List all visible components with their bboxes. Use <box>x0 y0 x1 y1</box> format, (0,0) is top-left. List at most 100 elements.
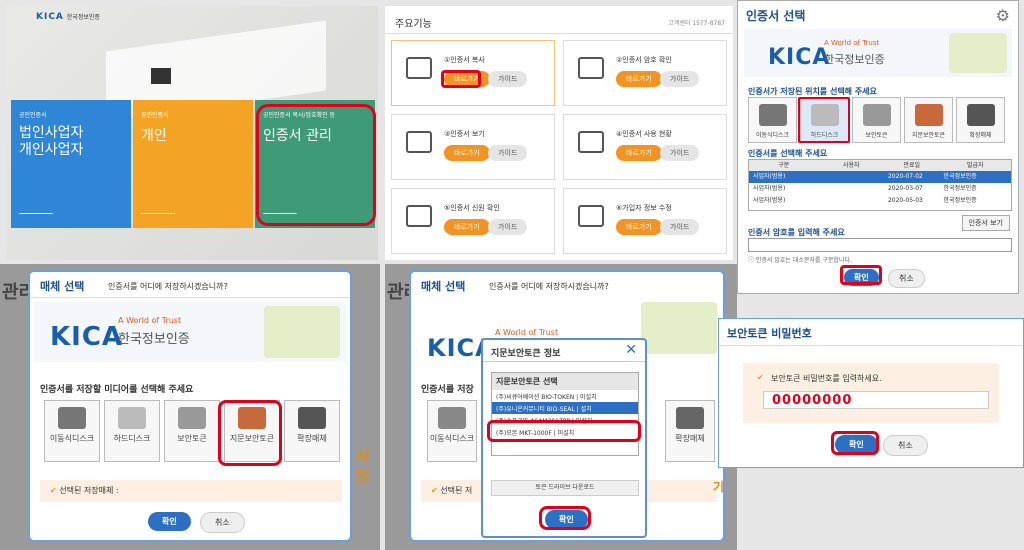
ok-button[interactable]: 확인 <box>148 512 191 531</box>
token-password-input[interactable]: 00000000 <box>763 391 989 409</box>
function-name: 인증서 사용 현황 <box>622 130 672 138</box>
function-name: 인증서 복사 <box>450 56 485 64</box>
gear-icon[interactable]: ⚙ <box>996 6 1010 25</box>
table-cell: 2020-07-02 <box>887 173 923 180</box>
function-icon <box>578 131 604 153</box>
list-item[interactable]: (주)씨큐어베이션 BIO-TOKEN | 미설치 <box>492 390 638 402</box>
media-option[interactable]: 이동식디스크 <box>748 97 797 143</box>
function-title: ⑤인증서 신원 확인 <box>444 203 500 213</box>
cancel-button[interactable]: 취소 <box>200 512 245 533</box>
card-corporate[interactable]: 공인인증서 법인사업자 개인사업자 <box>11 100 131 228</box>
highlight-ok <box>840 265 882 285</box>
dialog-title: 매체 선택 <box>421 280 466 293</box>
go-button[interactable]: 바로가기 <box>616 145 662 161</box>
highlight-ok <box>831 431 879 455</box>
media-label-text: 확장매체 <box>969 132 992 139</box>
function-icon <box>406 205 432 227</box>
password-input[interactable] <box>748 238 1012 252</box>
media-label-text: 이동식디스크 <box>429 434 475 443</box>
table-body: 사업자(범용) 2020-07-02 한국정보인증 사업자(범용) 2020-03-07… <box>749 171 1011 207</box>
table-cell: 사업자(범용) <box>753 173 786 180</box>
media-icon <box>298 407 326 429</box>
media-icon <box>118 407 146 429</box>
bg-side-text: 기 <box>713 480 725 494</box>
kica-logo: KICA <box>768 45 831 70</box>
function-card: ②인증서 암호 확인바로가기 가이드 <box>563 40 727 106</box>
guide-button[interactable]: 가이드 <box>488 219 528 235</box>
table-row[interactable]: 사업자(범용) 2020-05-03 한국정보인증 <box>749 195 1011 207</box>
view-cert-button[interactable]: 인증서 보기 <box>961 215 1010 231</box>
column-header: 발급자 <box>966 162 984 169</box>
highlight-ok <box>539 506 591 530</box>
go-button[interactable]: 바로가기 <box>444 219 490 235</box>
media-extension[interactable]: 확장매체 <box>665 400 715 462</box>
bg-side-text: 서 암 <box>356 449 369 485</box>
go-button[interactable]: 바로가기 <box>616 219 662 235</box>
media-option[interactable]: 보안토큰 <box>164 400 220 462</box>
media-label-text: 보안토큰 <box>865 132 888 139</box>
function-icon <box>578 57 604 79</box>
media-removable-disk[interactable]: 이동식디스크 <box>427 400 477 462</box>
laptop-icon <box>151 68 171 84</box>
table-cell: 2020-05-03 <box>887 197 923 204</box>
function-name: 인증서 암호 확인 <box>622 56 672 64</box>
go-button[interactable]: 바로가기 <box>444 145 490 161</box>
cancel-button[interactable]: 취소 <box>883 435 928 456</box>
function-card: ④인증서 사용 현황 바로가기 가이드 <box>563 114 727 180</box>
site-logo[interactable]: KICA 한국정보인증 <box>36 12 100 22</box>
table-row[interactable]: 사업자(범용) 2020-03-07 한국정보인증 <box>749 183 1011 195</box>
logo-text: KICA <box>36 12 64 22</box>
table-cell <box>818 171 884 183</box>
card-personal[interactable]: 공인인증서 개인 <box>133 100 253 228</box>
token-list: 지문보안토큰 선택 (주)씨큐어베이션 BIO-TOKEN | 미설치 (주)유니… <box>491 372 639 456</box>
media-dialog: 매체 선택 인증서를 어디에 저장하시겠습니까? KICA A World of… <box>28 270 352 542</box>
location-label: 인증서가 저장된 위치를 선택해 주세요 <box>748 87 877 96</box>
guide-button[interactable]: 가이드 <box>660 145 700 161</box>
media-icon <box>178 407 206 429</box>
phone-number: 고객센터 1577-8787 <box>668 20 725 27</box>
media-label-text: 하드디스크 <box>113 434 151 443</box>
card-small: 공인인증서 <box>141 112 169 119</box>
guide-button[interactable]: 가이드 <box>488 145 528 161</box>
guide-button[interactable]: 가이드 <box>488 71 528 87</box>
arrow-line <box>19 213 53 214</box>
function-card: ⑥가입자 정보 수정 바로가기 가이드 <box>563 188 727 254</box>
cert-label: 인증서를 선택해 주세요 <box>748 149 828 158</box>
table-row[interactable]: 사업자(범용) 2020-07-02 한국정보인증 <box>749 171 1011 183</box>
media-option[interactable]: 이동식디스크 <box>44 400 100 462</box>
guide-button[interactable]: 가이드 <box>660 71 700 87</box>
token-popup: 지문보안토큰 정보 ✕ 지문보안토큰 선택 (주)씨큐어베이션 BIO-TOKE… <box>481 338 647 538</box>
function-title: ②인증서 암호 확인 <box>616 55 672 65</box>
media-label-text: 확장매체 <box>297 434 327 443</box>
highlight-fingerprint <box>218 400 282 466</box>
media-label: 인증서를 저장 <box>421 385 474 395</box>
banner: KICA A World of Trust 한국정보인증 <box>744 29 1012 77</box>
usb-icon <box>438 407 466 429</box>
dialog-question: 인증서를 어디에 저장하시겠습니까? <box>489 282 609 291</box>
media-icon <box>758 104 787 126</box>
download-driver-button[interactable]: 토큰 드라이브 다운로드 <box>491 480 639 496</box>
media-option[interactable]: 확장매체 <box>956 97 1005 143</box>
guide-button[interactable]: 가이드 <box>660 219 700 235</box>
media-option[interactable]: 확장매체 <box>284 400 340 462</box>
list-icon <box>676 407 704 429</box>
list-item[interactable]: (주)유니온커뮤니티 BIO-SEAL | 설치 <box>492 402 638 414</box>
close-icon[interactable]: ✕ <box>625 342 637 358</box>
function-name: 가입자 정보 수정 <box>622 204 672 212</box>
media-option[interactable]: 보안토큰 <box>852 97 901 143</box>
divider <box>385 33 733 34</box>
media-option[interactable]: 하드디스크 <box>104 400 160 462</box>
dialog-title: 인증서 선택 <box>746 9 806 23</box>
note-text: 인증서 암호는 대소문자를 구분합니다. <box>755 257 852 264</box>
kica-korean: 한국정보인증 <box>824 53 885 66</box>
go-button[interactable]: 바로가기 <box>616 71 662 87</box>
cancel-button[interactable]: 취소 <box>888 269 925 288</box>
function-name: 인증서 신원 확인 <box>450 204 500 212</box>
media-option[interactable]: 지문보안토큰 <box>904 97 953 143</box>
kica-korean: 한국정보인증 <box>118 332 190 347</box>
function-name: 인증서 보기 <box>450 130 485 138</box>
function-icon <box>406 57 432 79</box>
selected-text: 선택된 저장매체 : <box>59 486 119 495</box>
check-icon: ✔ <box>757 373 764 382</box>
media-icon <box>966 104 995 126</box>
